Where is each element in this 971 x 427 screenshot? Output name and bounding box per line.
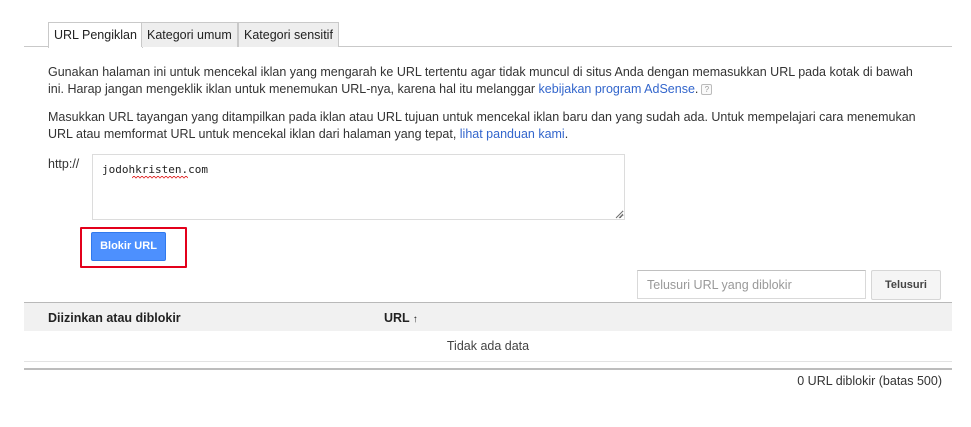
tab-kategori-umum[interactable]: Kategori umum (141, 22, 238, 47)
guide-link[interactable]: lihat panduan kami (460, 127, 565, 141)
adsense-block-controls-page: URL Pengiklan Kategori umum Kategori sen… (0, 0, 971, 427)
search-blocked-url-input[interactable] (637, 270, 866, 299)
tab-url-pengiklan[interactable]: URL Pengiklan (48, 22, 143, 48)
intro-trail: . (694, 82, 699, 96)
http-prefix-label: http:// (48, 157, 80, 171)
tab-bar: URL Pengiklan Kategori umum Kategori sen… (24, 22, 952, 48)
table-bottom-divider (24, 368, 952, 370)
blocked-count: 0 URL diblokir (batas 500) (797, 374, 942, 388)
intro-text: Gunakan halaman ini untuk mencekal iklan… (48, 65, 913, 96)
url-textarea[interactable] (92, 154, 625, 220)
instructions-paragraph: Masukkan URL tayangan yang ditampilkan p… (48, 109, 928, 143)
tab-kategori-sensitif[interactable]: Kategori sensitif (238, 22, 339, 47)
sort-ascending-icon: ↑ (412, 314, 418, 325)
help-icon[interactable]: ? (701, 84, 713, 96)
intro-paragraph: Gunakan halaman ini untuk mencekal iklan… (48, 64, 928, 98)
table-header: Diizinkan atau diblokir URL ↑ (24, 302, 952, 331)
adsense-policy-link[interactable]: kebijakan program AdSense (539, 82, 695, 96)
table-empty-row: Tidak ada data (24, 331, 952, 362)
column-header-url[interactable]: URL ↑ (384, 311, 418, 325)
block-url-button[interactable]: Blokir URL (91, 232, 166, 261)
column-header-status[interactable]: Diizinkan atau diblokir (48, 311, 181, 325)
instructions-trail: . (564, 127, 569, 141)
search-button[interactable]: Telusuri (871, 270, 941, 300)
column-header-url-label: URL (384, 311, 410, 325)
